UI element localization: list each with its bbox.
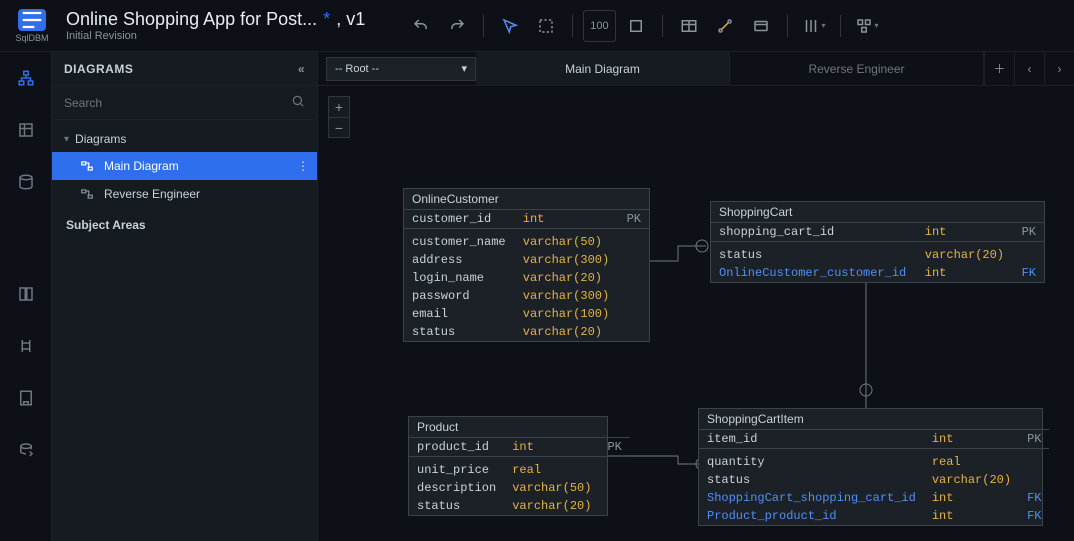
main-toolbar: 100 ▾ ▾ bbox=[405, 10, 882, 42]
entity-title: ShoppingCart bbox=[711, 202, 1044, 222]
entity-product[interactable]: Product product_id int PK unit_pricereal… bbox=[408, 416, 608, 516]
column-row[interactable]: Product_product_idintFK bbox=[699, 507, 1049, 525]
entity-shopping-cart-item[interactable]: ShoppingCartItem item_id int PK quantity… bbox=[698, 408, 1043, 526]
pk-row[interactable]: item_id int PK bbox=[699, 430, 1049, 449]
side-panel: DIAGRAMS « ▾ Diagrams Main Diagram ⋮ bbox=[52, 52, 318, 541]
pointer-tool[interactable] bbox=[494, 10, 526, 42]
column-row[interactable]: addressvarchar(300) bbox=[404, 251, 649, 269]
prev-tab-button[interactable]: ‹ bbox=[1014, 52, 1044, 86]
pk-row[interactable]: shopping_cart_id int PK bbox=[711, 223, 1044, 242]
pk-row[interactable]: customer_id int PK bbox=[404, 210, 649, 229]
brand[interactable]: SqlDBM bbox=[8, 0, 56, 52]
tree-subject-areas[interactable]: Subject Areas bbox=[52, 208, 317, 238]
rail-database[interactable] bbox=[10, 114, 42, 146]
tab-reverse-engineer[interactable]: Reverse Engineer bbox=[730, 52, 984, 86]
chevron-down-icon: ▾ bbox=[64, 134, 69, 145]
undo-button[interactable] bbox=[405, 10, 437, 42]
entity-title: OnlineCustomer bbox=[404, 189, 649, 209]
column-row[interactable]: passwordvarchar(300) bbox=[404, 287, 649, 305]
separator bbox=[572, 15, 573, 37]
tree-item-reverse-engineer[interactable]: Reverse Engineer bbox=[52, 180, 317, 208]
column-row[interactable]: ShoppingCart_shopping_cart_idintFK bbox=[699, 489, 1049, 507]
separator bbox=[787, 15, 788, 37]
diagram-canvas[interactable]: + − OnlineCustomer custom bbox=[318, 86, 1074, 541]
column-row[interactable]: customer_namevarchar(50) bbox=[404, 229, 649, 252]
search-icon[interactable] bbox=[291, 94, 305, 111]
column-row[interactable]: OnlineCustomer_customer_idintFK bbox=[711, 264, 1044, 282]
rail-sync[interactable] bbox=[10, 434, 42, 466]
separator bbox=[840, 15, 841, 37]
diagram-icon bbox=[80, 187, 94, 201]
column-row[interactable]: statusvarchar(20) bbox=[711, 242, 1044, 265]
column-row[interactable]: statusvarchar(20) bbox=[404, 323, 649, 341]
brand-name: SqlDBM bbox=[15, 33, 48, 43]
fit-button[interactable] bbox=[620, 10, 652, 42]
schema-dropdown[interactable]: -- Root -- ▾ bbox=[326, 57, 476, 81]
zoom-controls: + − bbox=[328, 96, 350, 138]
entity-online-customer[interactable]: OnlineCustomer customer_id int PK custom… bbox=[403, 188, 650, 342]
entity-shopping-cart[interactable]: ShoppingCart shopping_cart_id int PK sta… bbox=[710, 201, 1045, 283]
project-title: Online Shopping App for Post... bbox=[66, 9, 317, 30]
add-view-button[interactable] bbox=[745, 10, 777, 42]
zoom-100-button[interactable]: 100 bbox=[583, 10, 615, 42]
tab-main-diagram[interactable]: Main Diagram bbox=[476, 52, 730, 86]
tree-item-main-diagram[interactable]: Main Diagram ⋮ bbox=[52, 152, 317, 180]
tabs-row: -- Root -- ▾ Main Diagram Reverse Engine… bbox=[318, 52, 1074, 86]
add-relationship-button[interactable] bbox=[709, 10, 741, 42]
zoom-in-button[interactable]: + bbox=[329, 97, 349, 117]
chevron-down-icon: ▾ bbox=[822, 21, 826, 30]
zoom-out-button[interactable]: − bbox=[329, 117, 349, 137]
rail-diagrams[interactable] bbox=[10, 62, 42, 94]
app-header: SqlDBM Online Shopping App for Post... *… bbox=[0, 0, 1074, 52]
rail-export[interactable] bbox=[10, 382, 42, 414]
brand-icon bbox=[18, 9, 46, 31]
marquee-tool[interactable] bbox=[530, 10, 562, 42]
entity-title: Product bbox=[409, 417, 607, 437]
collapse-panel-icon[interactable]: « bbox=[298, 62, 305, 76]
diagram-icon bbox=[80, 159, 94, 173]
project-version: , v1 bbox=[336, 9, 365, 30]
more-icon[interactable]: ⋮ bbox=[297, 159, 309, 173]
column-row[interactable]: quantityreal bbox=[699, 449, 1049, 472]
rail-docs[interactable] bbox=[10, 278, 42, 310]
column-row[interactable]: statusvarchar(20) bbox=[699, 471, 1049, 489]
add-tab-button[interactable]: ＋ bbox=[984, 52, 1014, 86]
redo-button[interactable] bbox=[441, 10, 473, 42]
column-row[interactable]: unit_pricereal bbox=[409, 457, 630, 480]
rail-datasource[interactable] bbox=[10, 166, 42, 198]
chevron-down-icon: ▾ bbox=[461, 62, 467, 75]
pk-row[interactable]: product_id int PK bbox=[409, 438, 630, 457]
display-mode-button[interactable]: ▾ bbox=[798, 10, 830, 42]
entity-title: ShoppingCartItem bbox=[699, 409, 1042, 429]
search-input[interactable] bbox=[64, 96, 291, 110]
column-row[interactable]: descriptionvarchar(50) bbox=[409, 479, 630, 497]
left-rail bbox=[0, 52, 52, 541]
separator bbox=[483, 15, 484, 37]
dirty-indicator: * bbox=[323, 9, 330, 30]
tree-root-diagrams[interactable]: ▾ Diagrams bbox=[52, 126, 317, 152]
separator bbox=[662, 15, 663, 37]
rail-compare[interactable] bbox=[10, 330, 42, 362]
panel-heading: DIAGRAMS bbox=[64, 62, 133, 76]
revision-label: Initial Revision bbox=[66, 30, 365, 42]
column-row[interactable]: statusvarchar(20) bbox=[409, 497, 630, 515]
column-row[interactable]: emailvarchar(100) bbox=[404, 305, 649, 323]
arrange-button[interactable]: ▾ bbox=[851, 10, 883, 42]
column-row[interactable]: login_namevarchar(20) bbox=[404, 269, 649, 287]
add-table-button[interactable] bbox=[673, 10, 705, 42]
next-tab-button[interactable]: › bbox=[1044, 52, 1074, 86]
chevron-down-icon: ▾ bbox=[875, 21, 879, 30]
